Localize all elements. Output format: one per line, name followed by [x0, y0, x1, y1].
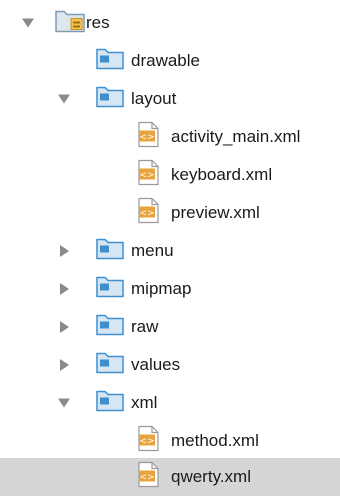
tree-row-menu[interactable]: menu [0, 232, 340, 270]
expand-arrow-icon[interactable] [60, 245, 69, 257]
expand-arrow-icon[interactable] [60, 321, 69, 333]
folder-icon [96, 238, 124, 265]
tree-row-mipmap[interactable]: mipmap [0, 270, 340, 308]
expand-arrow-icon[interactable] [60, 359, 69, 371]
tree-row-qwerty-xml[interactable]: <> qwerty.xml [0, 458, 340, 496]
folder-icon [96, 276, 124, 303]
expand-arrow-icon[interactable] [60, 283, 69, 295]
tree-label-method-xml: method.xml [171, 431, 259, 450]
res-folder-icon [55, 9, 85, 38]
folder-icon [96, 314, 124, 341]
collapse-arrow-icon[interactable] [58, 94, 70, 104]
tree-label-res: res [86, 13, 110, 32]
tree-label-values: values [131, 355, 181, 374]
tree-label-raw: raw [131, 317, 159, 336]
xml-file-icon: <> [138, 121, 160, 153]
svg-text:<>: <> [139, 437, 154, 447]
tree-row-drawable[interactable]: drawable [0, 42, 340, 80]
tree-label-layout: layout [131, 89, 177, 108]
svg-text:<>: <> [139, 171, 154, 181]
tree-row-preview-xml[interactable]: <> preview.xml [0, 194, 340, 232]
tree-label-activity-main-xml: activity_main.xml [171, 127, 301, 146]
tree-label-menu: menu [131, 241, 174, 260]
tree-row-method-xml[interactable]: <> method.xml [0, 422, 340, 460]
tree-row-layout[interactable]: layout [0, 80, 340, 118]
tree-label-drawable: drawable [131, 51, 200, 70]
folder-icon [96, 390, 124, 417]
tree-label-keyboard-xml: keyboard.xml [171, 165, 273, 184]
xml-file-icon: <> [138, 159, 160, 191]
svg-text:<>: <> [139, 209, 154, 219]
xml-file-icon: <> [138, 197, 160, 229]
svg-text:<>: <> [139, 133, 154, 143]
tree-label-mipmap: mipmap [131, 279, 192, 298]
folder-icon [96, 352, 124, 379]
tree-label-qwerty-xml: qwerty.xml [171, 467, 251, 486]
xml-file-icon: <> [138, 461, 160, 493]
xml-file-icon: <> [138, 425, 160, 457]
tree-row-xml[interactable]: xml [0, 384, 340, 422]
tree-row-raw[interactable]: raw [0, 308, 340, 346]
tree-row-res[interactable]: res [0, 4, 340, 42]
tree-row-activity-main-xml[interactable]: <> activity_main.xml [0, 118, 340, 156]
tree-row-values[interactable]: values [0, 346, 340, 384]
collapse-arrow-icon[interactable] [22, 18, 34, 28]
folder-icon [96, 86, 124, 113]
tree-label-preview-xml: preview.xml [171, 203, 260, 222]
svg-text:<>: <> [139, 473, 154, 483]
collapse-arrow-icon[interactable] [58, 398, 70, 408]
tree-label-xml: xml [131, 393, 158, 412]
folder-icon [96, 48, 124, 75]
tree-row-keyboard-xml[interactable]: <> keyboard.xml [0, 156, 340, 194]
